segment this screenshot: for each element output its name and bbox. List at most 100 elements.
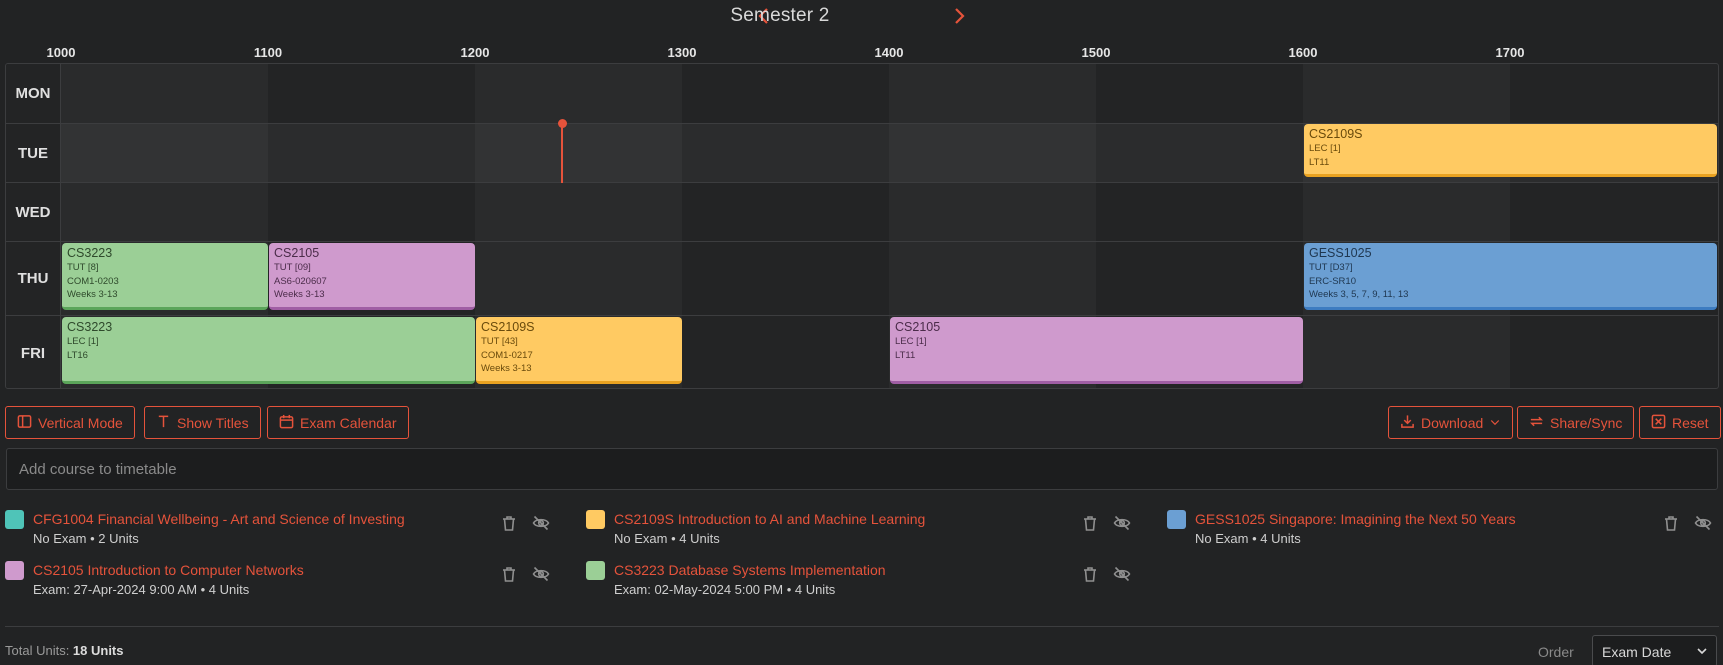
share-sync-label: Share/Sync xyxy=(1550,414,1623,431)
module-exam-info: No Exam • 2 Units xyxy=(33,531,139,546)
module-item: CS3223 Database Systems Implementation E… xyxy=(586,559,1146,603)
lesson-code: CS2105 xyxy=(274,246,320,260)
module-color-swatch[interactable] xyxy=(5,510,24,529)
order-label: Order xyxy=(1538,644,1574,660)
order-select-value: Exam Date xyxy=(1602,644,1672,660)
hour-label: 1500 xyxy=(1081,45,1111,60)
close-square-icon xyxy=(1651,414,1666,432)
lesson-code: CS2109S xyxy=(1309,127,1363,141)
lesson-type: TUT [8] xyxy=(67,262,99,273)
add-course-input[interactable] xyxy=(6,448,1718,490)
order-select[interactable]: Exam Date xyxy=(1592,635,1717,665)
day-label: WED xyxy=(6,183,61,242)
eye-off-icon[interactable] xyxy=(1113,565,1135,587)
exam-calendar-label: Exam Calendar xyxy=(300,414,397,431)
eye-off-icon[interactable] xyxy=(532,514,554,536)
lesson-code: CS3223 xyxy=(67,246,113,260)
chevron-down-icon xyxy=(1697,648,1707,655)
exam-calendar-button[interactable]: Exam Calendar xyxy=(267,406,409,439)
eye-off-icon[interactable] xyxy=(532,565,554,587)
vertical-mode-button[interactable]: Vertical Mode xyxy=(5,406,135,439)
lesson-type: TUT [D37] xyxy=(1309,262,1353,273)
lesson-card[interactable]: GESS1025 TUT [D37] ERC-SR10 Weeks 3, 5, … xyxy=(1304,243,1717,310)
day-label: FRI xyxy=(6,316,61,388)
module-title[interactable]: CFG1004 Financial Wellbeing - Art and Sc… xyxy=(33,511,405,527)
trash-icon[interactable] xyxy=(500,514,522,536)
lesson-venue: AS6-020607 xyxy=(274,275,327,287)
module-title[interactable]: CS3223 Database Systems Implementation xyxy=(614,562,886,578)
trash-icon[interactable] xyxy=(1081,514,1103,536)
total-units-label: Total Units: xyxy=(5,643,73,658)
day-row-wed: WED xyxy=(6,182,1718,242)
lesson-card[interactable]: CS3223 TUT [8] COM1-0203 Weeks 3-13 xyxy=(62,243,268,310)
module-color-swatch[interactable] xyxy=(586,561,605,580)
module-title[interactable]: CS2109S Introduction to AI and Machine L… xyxy=(614,511,925,527)
lesson-type: LEC [1] xyxy=(67,336,99,347)
lesson-code: CS3223 xyxy=(67,320,113,334)
lesson-venue: LT11 xyxy=(895,349,916,361)
lesson-card[interactable]: CS3223 LEC [1] LT16 xyxy=(62,317,475,384)
columns-icon xyxy=(17,414,32,432)
day-label: TUE xyxy=(6,124,61,183)
trash-icon[interactable] xyxy=(500,565,522,587)
module-item: CFG1004 Financial Wellbeing - Art and Sc… xyxy=(5,508,565,552)
lesson-weeks: Weeks 3-13 xyxy=(274,289,325,300)
download-button[interactable]: Download xyxy=(1388,406,1514,439)
module-color-swatch[interactable] xyxy=(586,510,605,529)
hour-label: 1000 xyxy=(46,45,76,60)
reset-button[interactable]: Reset xyxy=(1639,406,1721,439)
lesson-type: TUT [43] xyxy=(481,336,518,347)
lesson-type: TUT [09] xyxy=(274,262,311,273)
current-time-line xyxy=(561,124,563,183)
lesson-venue: LT16 xyxy=(67,349,88,361)
lesson-type: LEC [1] xyxy=(1309,143,1341,154)
semester-title: Semester 2 xyxy=(730,5,830,26)
timetable-grid: MON TUE WED THU FRI CS2109S LEC [1] LT11… xyxy=(5,63,1719,389)
calendar-icon xyxy=(279,414,294,432)
lesson-venue: COM1-0203 xyxy=(67,275,119,287)
module-exam-info: No Exam • 4 Units xyxy=(1195,531,1301,546)
lesson-venue: COM1-0217 xyxy=(481,349,533,361)
lesson-venue: ERC-SR10 xyxy=(1309,275,1356,287)
module-item: CS2109S Introduction to AI and Machine L… xyxy=(586,508,1146,552)
sync-icon xyxy=(1529,414,1544,432)
module-title[interactable]: GESS1025 Singapore: Imagining the Next 5… xyxy=(1195,511,1516,527)
hour-label: 1400 xyxy=(874,45,904,60)
show-titles-button[interactable]: Show Titles xyxy=(144,406,261,439)
module-title[interactable]: CS2105 Introduction to Computer Networks xyxy=(33,562,304,578)
eye-off-icon[interactable] xyxy=(1113,514,1135,536)
lesson-card[interactable]: CS2109S TUT [43] COM1-0217 Weeks 3-13 xyxy=(476,317,682,384)
share-sync-button[interactable]: Share/Sync xyxy=(1517,406,1635,439)
module-item: GESS1025 Singapore: Imagining the Next 5… xyxy=(1167,508,1719,552)
hour-label: 1300 xyxy=(667,45,697,60)
module-color-swatch[interactable] xyxy=(1167,510,1186,529)
lesson-type: LEC [1] xyxy=(895,336,927,347)
lesson-weeks: Weeks 3-13 xyxy=(481,363,532,374)
trash-icon[interactable] xyxy=(1081,565,1103,587)
lesson-card[interactable]: CS2105 TUT [09] AS6-020607 Weeks 3-13 xyxy=(269,243,475,310)
day-row-mon: MON xyxy=(6,64,1718,123)
eye-off-icon[interactable] xyxy=(1694,514,1716,536)
lesson-code: CS2109S xyxy=(481,320,535,334)
lesson-card[interactable]: CS2109S LEC [1] LT11 xyxy=(1304,124,1717,177)
module-color-swatch[interactable] xyxy=(5,561,24,580)
module-exam-info: No Exam • 4 Units xyxy=(614,531,720,546)
lesson-weeks: Weeks 3, 5, 7, 9, 11, 13 xyxy=(1309,289,1409,300)
lesson-weeks: Weeks 3-13 xyxy=(67,289,118,300)
module-exam-info: Exam: 27-Apr-2024 9:00 AM • 4 Units xyxy=(33,582,250,597)
footer-divider xyxy=(5,626,1719,627)
download-label: Download xyxy=(1421,414,1484,431)
module-item: CS2105 Introduction to Computer Networks… xyxy=(5,559,565,603)
hour-label: 1700 xyxy=(1495,45,1525,60)
day-label: THU xyxy=(6,242,61,315)
semester-header: Semester 2 xyxy=(0,0,1723,32)
hour-label: 1100 xyxy=(253,45,283,60)
total-units: Total Units: 18 Units xyxy=(5,643,124,658)
trash-icon[interactable] xyxy=(1662,514,1684,536)
lesson-card[interactable]: CS2105 LEC [1] LT11 xyxy=(890,317,1303,384)
hour-label: 1200 xyxy=(460,45,490,60)
vertical-mode-label: Vertical Mode xyxy=(38,414,123,431)
next-semester-icon[interactable] xyxy=(947,4,971,28)
lesson-code: GESS1025 xyxy=(1309,246,1372,260)
download-icon xyxy=(1400,414,1415,432)
